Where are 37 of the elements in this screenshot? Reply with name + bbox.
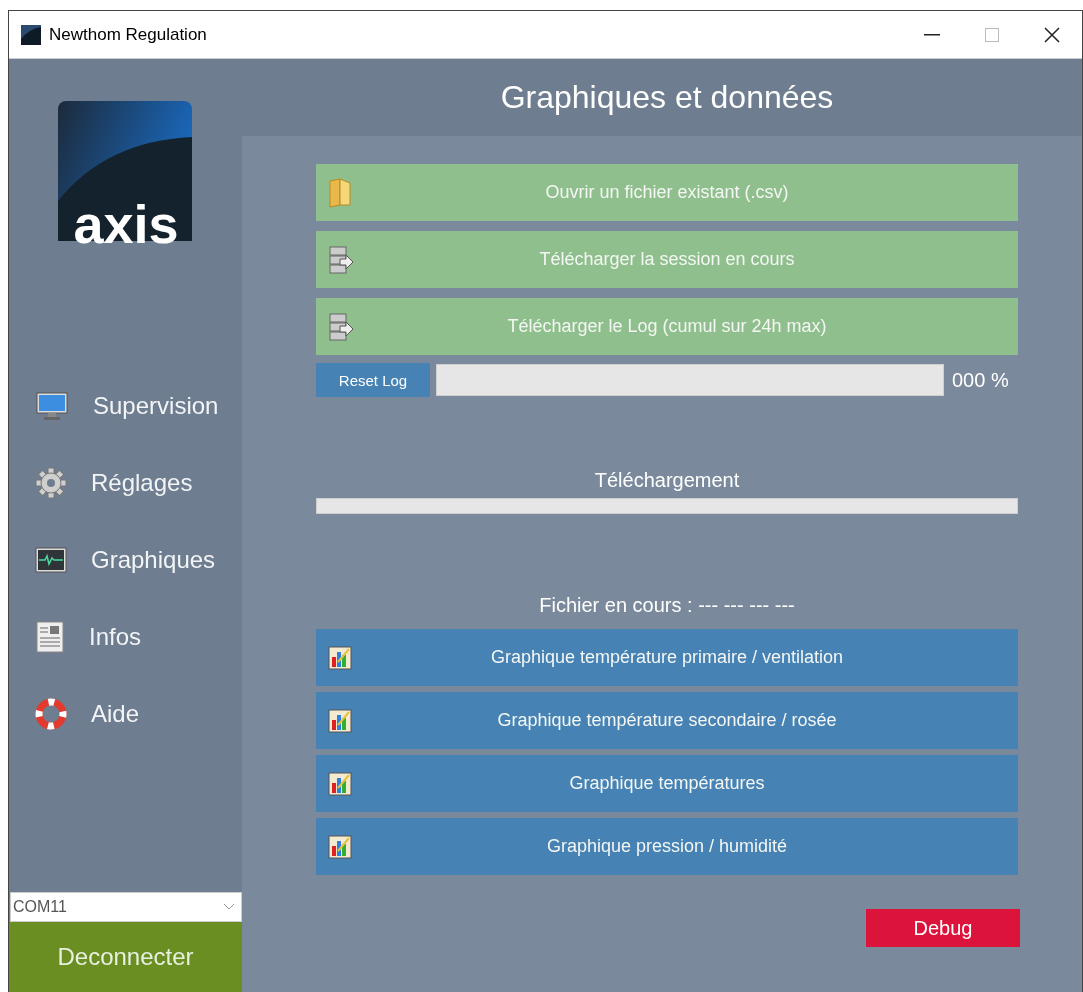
chart-button[interactable]: Graphique température primaire / ventilation <box>316 629 1018 686</box>
lifebuoy-icon <box>35 697 67 730</box>
file-button[interactable]: Télécharger la session en cours <box>316 231 1018 288</box>
current-file-label: Fichier en cours : --- --- --- --- <box>539 594 795 616</box>
file-button[interactable]: Télécharger le Log (cumul sur 24h max) <box>316 298 1018 355</box>
server-arrow-icon <box>328 244 354 275</box>
sidebar-item[interactable]: Réglages <box>9 444 242 521</box>
sidebar-item[interactable]: Supervision <box>9 367 242 444</box>
bar-chart-icon <box>328 834 352 859</box>
chart-button[interactable]: Graphique pression / humidité <box>316 818 1018 875</box>
sidebar-item[interactable]: Graphiques <box>9 521 242 598</box>
folder-icon <box>328 176 352 209</box>
download-label: Téléchargement <box>594 469 740 491</box>
progress-reading: 000 % <box>952 368 1009 392</box>
monitor-icon <box>35 390 69 421</box>
close-icon <box>1044 26 1060 43</box>
chevron-down-icon <box>223 903 235 911</box>
pulse-monitor-icon <box>35 546 67 573</box>
port-select[interactable]: COM11 <box>10 892 242 922</box>
debug-button[interactable]: Debug <box>866 909 1020 947</box>
sidebar-item[interactable]: Infos <box>9 598 242 675</box>
chart-button[interactable]: Graphique températures <box>316 755 1018 812</box>
file-button[interactable]: Ouvrir un fichier existant (.csv) <box>316 164 1018 221</box>
page-title: Graphiques et données <box>499 79 834 116</box>
chart-button[interactable]: Graphique température secondaire / rosée <box>316 692 1018 749</box>
disconnect-button[interactable]: Deconnecter <box>9 922 242 992</box>
window-title: Newthom Regulation <box>49 24 207 45</box>
document-icon <box>35 620 65 653</box>
sidebar-item[interactable]: Aide <box>9 675 242 752</box>
bar-chart-icon <box>328 708 352 733</box>
reset-log-button[interactable]: Reset Log <box>316 363 430 397</box>
app-logo-icon <box>21 24 41 45</box>
server-arrow-icon <box>328 311 354 342</box>
bar-chart-icon <box>328 771 352 796</box>
minimize-icon <box>924 33 940 36</box>
maximize-icon <box>985 27 999 42</box>
bar-chart-icon <box>328 645 352 670</box>
